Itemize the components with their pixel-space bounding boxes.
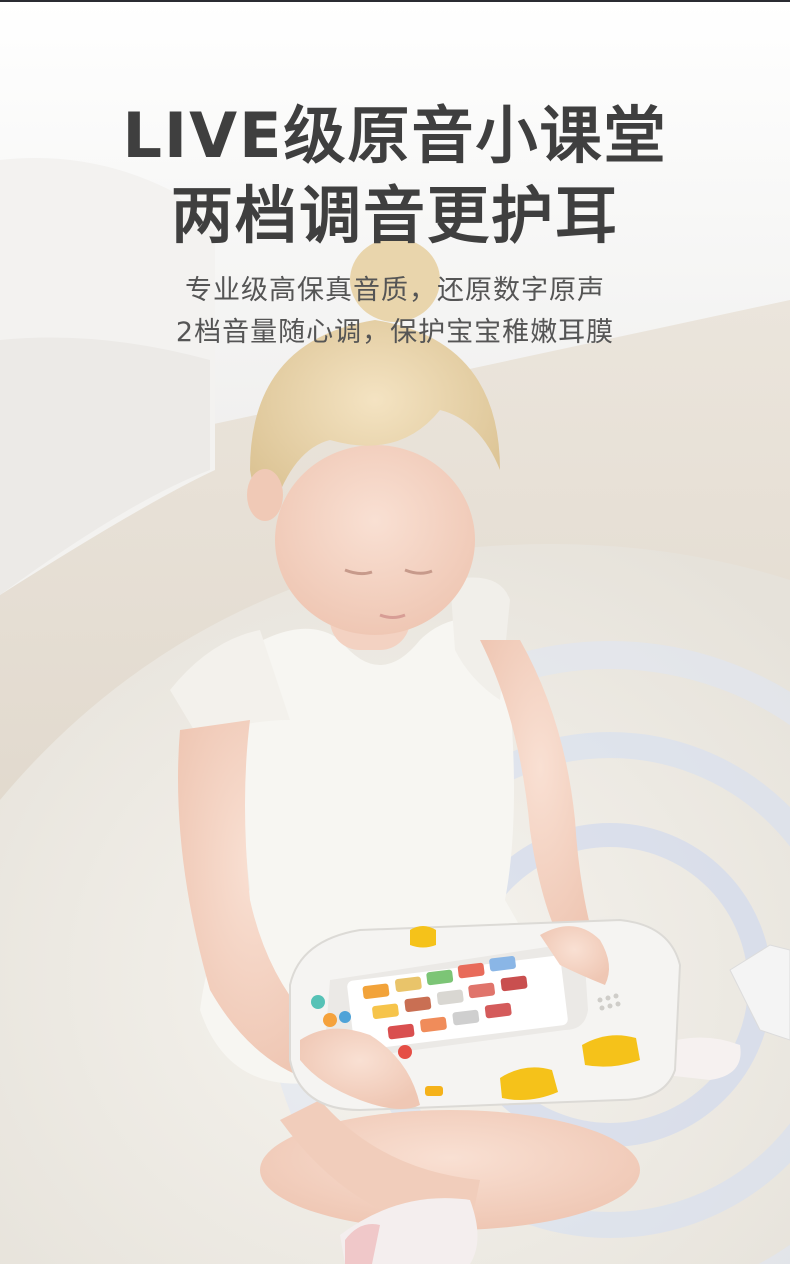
headline-line-2: 两档调音更护耳 (170, 179, 619, 252)
product-banner: LIVE级原音小课堂 两档调音更护耳 专业级高保真音质，还原数字原声 2档音量随… (0, 0, 790, 1264)
subheadline-line-1: 专业级高保真音质，还原数字原声 (185, 275, 605, 306)
headline: LIVE级原音小课堂 两档调音更护耳 (0, 96, 790, 256)
subheadline-line-2: 2档音量随心调，保护宝宝稚嫩耳膜 (175, 317, 615, 348)
headline-line-1: LIVE级原音小课堂 (122, 99, 668, 172)
child-face (275, 445, 475, 635)
subheadline: 专业级高保真音质，还原数字原声 2档音量随心调，保护宝宝稚嫩耳膜 (0, 270, 790, 354)
yellow-knob-top (410, 926, 436, 948)
